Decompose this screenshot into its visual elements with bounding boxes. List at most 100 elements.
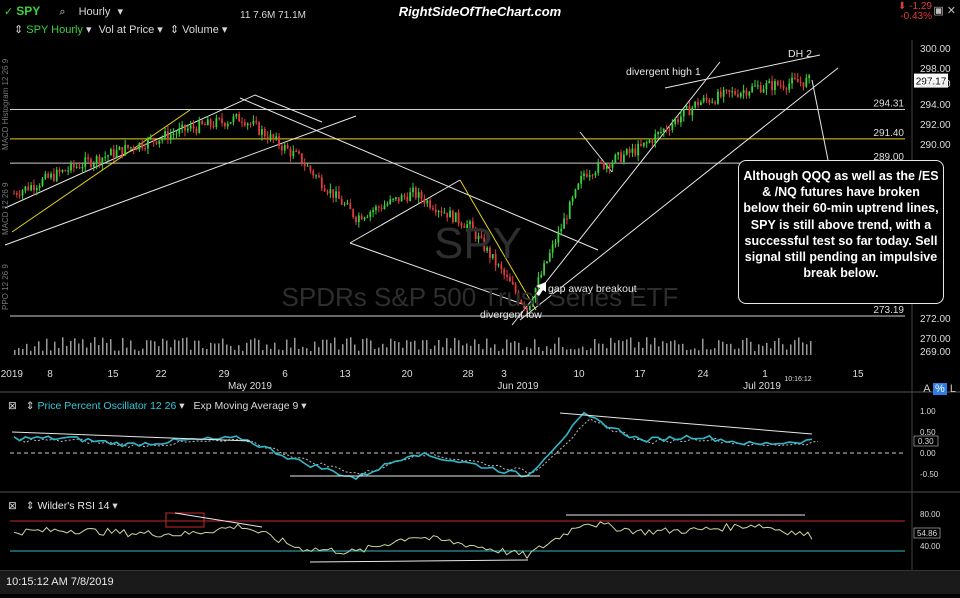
axis-button-a[interactable]: A: [923, 383, 930, 395]
price-candle: [84, 157, 87, 167]
price-candle: [779, 85, 782, 87]
volume-bar: [430, 349, 432, 355]
price-candle: [369, 212, 372, 217]
price-candle: [449, 210, 451, 218]
axis-button-l[interactable]: L: [950, 383, 956, 395]
level-label: 291.40: [873, 128, 904, 139]
price-candle: [680, 116, 682, 123]
volume-bar: [810, 340, 812, 355]
price-candle: [802, 82, 805, 87]
price-candle: [13, 193, 15, 195]
volume-bar: [518, 342, 520, 355]
price-candle: [691, 107, 694, 116]
volume-bar: [438, 339, 440, 355]
volume-bar: [338, 349, 340, 355]
chevron-down-icon[interactable]: ▾: [301, 400, 306, 412]
volume-bar: [374, 348, 376, 355]
volume-bar: [398, 342, 400, 355]
ppo-overlay-label[interactable]: Exp Moving Average 9: [194, 400, 299, 412]
price-candle: [728, 89, 731, 93]
move-handle-icon[interactable]: ⇕: [26, 500, 35, 512]
price-candle: [774, 81, 776, 91]
price-candle: [169, 134, 172, 140]
rsi-label[interactable]: Wilder's RSI 14: [37, 500, 109, 512]
volume-bar: [466, 343, 468, 355]
price-candle: [617, 152, 620, 155]
price-candle: [759, 85, 762, 93]
footer-timestamp: 10:15:12 AM 7/8/2019: [6, 576, 114, 588]
chevron-down-icon[interactable]: ▾: [179, 400, 187, 412]
legend-volume[interactable]: Volume: [182, 24, 219, 36]
volume-bar: [522, 350, 524, 355]
price-candle: [719, 91, 722, 97]
move-handle-icon[interactable]: ⇕: [26, 400, 35, 412]
chevron-down-icon[interactable]: ▾: [112, 500, 117, 512]
price-candle: [409, 192, 412, 201]
volume-bar: [738, 348, 740, 355]
price-candle: [363, 217, 366, 220]
price-candle: [53, 173, 55, 181]
volume-bar: [622, 341, 624, 355]
price-candle: [657, 131, 659, 135]
chart-legend: ⇕ SPY Hourly ▾ Vol at Price ▾ ⇕ Volume ▾: [14, 23, 227, 36]
chevron-down-icon[interactable]: ▾: [157, 24, 166, 36]
volume-bar: [146, 340, 148, 355]
volume-bar: [326, 339, 328, 355]
ppo-label[interactable]: Price Percent Oscillator 12 26: [37, 400, 176, 412]
price-candle: [55, 169, 58, 181]
volume-bar: [606, 348, 608, 355]
ppo-tick-label: 1.00: [920, 407, 936, 416]
price-candle: [426, 200, 429, 204]
volume-bar: [634, 347, 636, 355]
price-candle: [275, 136, 278, 139]
volume-bar: [210, 342, 212, 355]
volume-bar: [470, 345, 472, 355]
price-candle: [289, 148, 292, 157]
chevron-down-icon[interactable]: ▾: [222, 24, 228, 36]
volume-bar: [138, 350, 140, 355]
volume-bar: [478, 343, 480, 355]
price-candle: [739, 92, 742, 97]
ppo-current-label: 0.30: [918, 437, 934, 446]
date-tick-label: 15: [852, 369, 864, 380]
price-candle: [548, 252, 551, 262]
volume-bar: [330, 343, 332, 355]
legend-price[interactable]: SPY Hourly: [26, 24, 83, 36]
chevron-down-icon[interactable]: ▾: [86, 24, 95, 36]
price-candle: [149, 138, 152, 140]
price-candle: [440, 211, 443, 213]
price-tick-label: 298.00: [920, 64, 951, 75]
price-candle: [300, 153, 303, 165]
price-candle: [129, 147, 132, 149]
volume-bar: [126, 347, 128, 355]
price-candle: [668, 130, 671, 132]
price-candle: [372, 210, 374, 213]
price-candle: [312, 170, 315, 176]
price-candle: [286, 145, 289, 149]
price-candle: [782, 85, 785, 89]
price-candle: [175, 133, 178, 135]
legend-vap[interactable]: Vol at Price: [99, 24, 155, 36]
price-candle: [87, 157, 89, 160]
date-tick-label: 3: [501, 369, 507, 380]
volume-bar: [94, 337, 96, 355]
price-candle: [717, 91, 719, 104]
price-candle: [181, 124, 184, 129]
axis-button-pct[interactable]: %: [933, 383, 947, 395]
volume-bar: [702, 338, 704, 355]
collapse-icon[interactable]: ⊠: [8, 400, 17, 412]
price-tick-label: 296.00: [920, 79, 951, 90]
volume-bar: [426, 340, 428, 355]
price-candle: [608, 164, 611, 168]
volume-bar: [310, 350, 312, 355]
volume-bar: [354, 344, 356, 355]
price-candle: [392, 198, 394, 200]
price-candle: [320, 177, 323, 189]
window-controls[interactable]: ▣ ✕: [933, 4, 956, 17]
collapse-icon[interactable]: ⊠: [8, 500, 17, 512]
volume-bar: [254, 338, 256, 355]
price-candle: [768, 81, 771, 84]
volume-bar: [758, 344, 760, 355]
price-candle: [104, 156, 107, 158]
price-candle: [329, 189, 332, 194]
